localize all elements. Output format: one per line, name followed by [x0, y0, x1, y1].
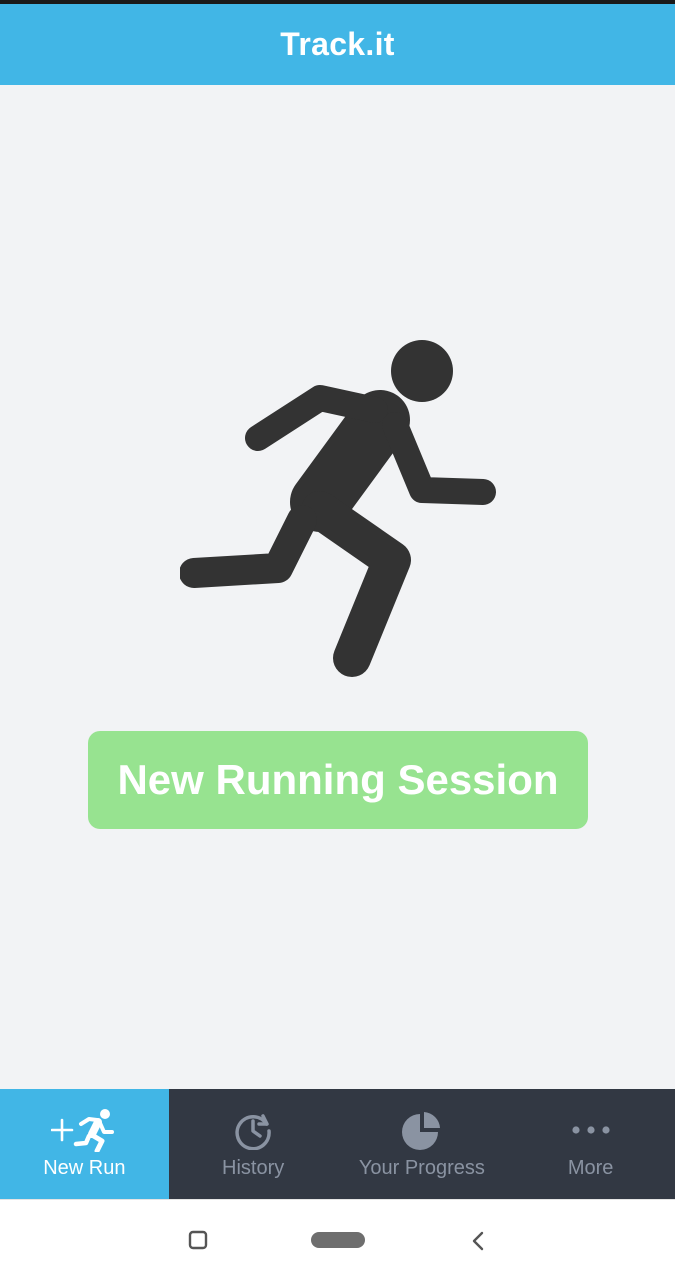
more-dots-icon: [571, 1109, 611, 1151]
nav-item-your-progress[interactable]: Your Progress: [338, 1089, 507, 1199]
app-header: Track.it: [0, 4, 675, 85]
nav-label-your-progress: Your Progress: [358, 1157, 485, 1179]
nav-item-more[interactable]: More: [506, 1089, 675, 1199]
nav-label-history: History: [222, 1157, 285, 1179]
recent-apps-icon[interactable]: [188, 1230, 208, 1250]
add-run-icon: [51, 1109, 117, 1152]
running-person-icon: [180, 340, 496, 677]
nav-label-more: More: [567, 1157, 614, 1179]
new-running-session-label: New Running Session: [117, 756, 559, 803]
main-content: New Running Session: [0, 85, 675, 1089]
nav-label-new-run: New Run: [43, 1157, 126, 1179]
system-navigation-bar: [0, 1199, 675, 1280]
pie-chart-icon: [401, 1109, 442, 1151]
history-icon: [233, 1109, 273, 1151]
nav-item-history[interactable]: History: [169, 1089, 338, 1199]
home-pill-icon[interactable]: [310, 1230, 366, 1250]
nav-item-new-run[interactable]: New Run: [0, 1089, 169, 1199]
back-chevron-icon[interactable]: [468, 1230, 488, 1252]
bottom-navigation: New Run History Your Progress More: [0, 1089, 675, 1199]
new-running-session-button[interactable]: New Running Session: [88, 731, 588, 829]
app-title: Track.it: [280, 26, 395, 62]
